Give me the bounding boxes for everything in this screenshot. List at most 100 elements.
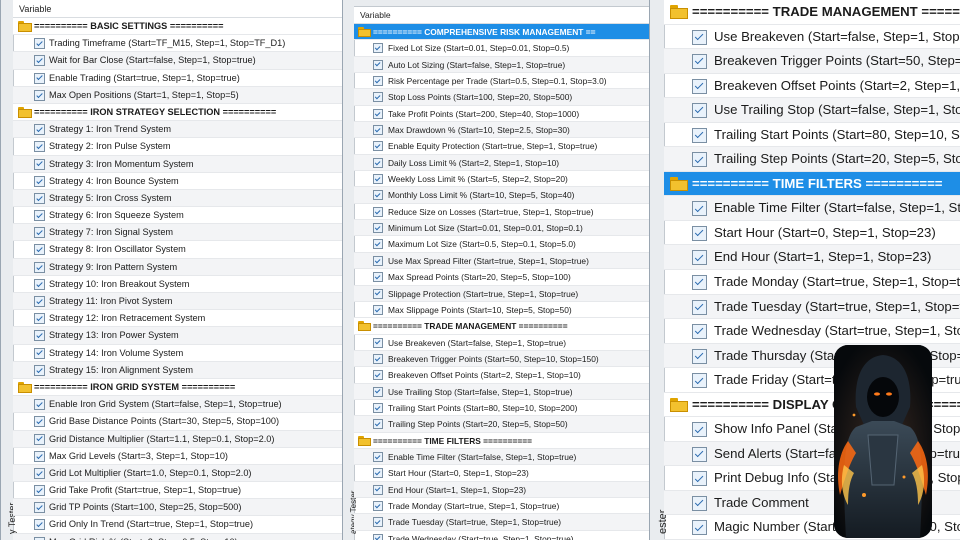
input-row[interactable]: Strategy 6: Iron Squeeze System [13, 207, 342, 225]
checkbox-checked-icon[interactable] [34, 89, 45, 101]
input-row[interactable]: Slippage Protection (Start=true, Step=1,… [354, 285, 649, 302]
checkbox-checked-icon[interactable] [34, 416, 45, 428]
checkbox-checked-icon[interactable] [373, 141, 383, 152]
input-row[interactable]: Breakeven Trigger Points (Start=50, Step… [354, 350, 649, 368]
checkbox-checked-icon[interactable] [34, 175, 45, 187]
input-row[interactable]: Trade Monday (Start=true, Step=1, Stop=t… [664, 270, 960, 295]
input-row[interactable]: Grid Take Profit (Start=true, Step=1, St… [13, 482, 342, 500]
input-row[interactable]: Strategy 10: Iron Breakout System [13, 276, 342, 293]
input-row[interactable]: Strategy 5: Iron Cross System [13, 189, 342, 208]
checkbox-checked-icon[interactable] [692, 495, 707, 511]
input-row[interactable]: Enable Iron Grid System (Start=false, St… [13, 396, 342, 414]
input-row[interactable]: Start Hour (Start=0, Step=1, Stop=23) [664, 221, 960, 246]
input-row[interactable]: Max Spread Points (Start=20, Step=5, Sto… [354, 269, 649, 286]
input-row[interactable]: Grid Only In Trend (Start=true, Step=1, … [13, 516, 342, 534]
input-row[interactable]: Fixed Lot Size (Start=0.01, Step=0.01, S… [354, 40, 649, 57]
input-row[interactable]: Strategy 11: Iron Pivot System [13, 293, 342, 311]
input-row[interactable]: Strategy 1: Iron Trend System [13, 121, 342, 139]
input-row[interactable]: Trailing Start Points (Start=80, Step=10… [664, 123, 960, 148]
checkbox-checked-icon[interactable] [34, 450, 45, 462]
input-row[interactable]: Grid TP Points (Start=100, Step=25, Stop… [13, 499, 342, 517]
checkbox-checked-icon[interactable] [373, 304, 383, 315]
checkbox-checked-icon[interactable] [373, 451, 383, 462]
input-row[interactable]: Enable Time Filter (Start=false, Step=1,… [664, 196, 960, 221]
input-row[interactable]: Use Trailing Stop (Start=false, Step=1, … [354, 383, 649, 400]
checkbox-checked-icon[interactable] [373, 402, 383, 413]
checkbox-checked-icon[interactable] [34, 141, 45, 153]
checkbox-checked-icon[interactable] [34, 210, 45, 222]
input-row[interactable]: Max Drawdown % (Start=10, Step=2.5, Stop… [354, 122, 649, 139]
input-row[interactable]: End Hour (Start=1, Step=1, Stop=23) [354, 481, 649, 498]
checkbox-checked-icon[interactable] [373, 370, 383, 381]
checkbox-checked-icon[interactable] [34, 227, 45, 239]
checkbox-checked-icon[interactable] [692, 299, 707, 315]
section-header-basic-settings[interactable]: ========== BASIC SETTINGS ========== [13, 18, 342, 36]
input-row[interactable]: Breakeven Offset Points (Start=2, Step=1… [664, 74, 960, 99]
checkbox-checked-icon[interactable] [34, 330, 45, 342]
column-header-variable[interactable]: Variable [13, 0, 342, 18]
checkbox-checked-icon[interactable] [373, 108, 383, 119]
section-header-time-filters[interactable]: ========== TIME FILTERS ========== [354, 432, 649, 449]
input-row[interactable]: Grid Distance Multiplier (Start=1.1, Ste… [13, 430, 342, 448]
checkbox-checked-icon[interactable] [373, 59, 383, 70]
checkbox-checked-icon[interactable] [34, 467, 45, 479]
checkbox-checked-icon[interactable] [373, 255, 383, 266]
input-row[interactable]: Strategy 2: Iron Pulse System [13, 138, 342, 156]
input-row[interactable]: Trade Tuesday (Start=true, Step=1, Stop=… [354, 514, 649, 531]
checkbox-checked-icon[interactable] [34, 55, 45, 67]
checkbox-checked-icon[interactable] [692, 54, 707, 70]
expert-select-strip[interactable] [354, 0, 649, 7]
checkbox-checked-icon[interactable] [692, 324, 707, 340]
checkbox-checked-icon[interactable] [373, 76, 383, 87]
input-row[interactable]: Strategy 9: Iron Pattern System [13, 258, 342, 276]
checkbox-checked-icon[interactable] [34, 244, 45, 256]
checkbox-checked-icon[interactable] [373, 353, 383, 364]
checkbox-checked-icon[interactable] [692, 103, 707, 119]
input-row[interactable]: Max Grid Levels (Start=3, Step=1, Stop=1… [13, 448, 342, 465]
checkbox-checked-icon[interactable] [373, 386, 383, 397]
checkbox-checked-icon[interactable] [692, 520, 707, 536]
checkbox-checked-icon[interactable] [692, 127, 707, 143]
checkbox-checked-icon[interactable] [373, 92, 383, 103]
input-row[interactable]: Enable Time Filter (Start=false, Step=1,… [354, 448, 649, 466]
input-row[interactable]: Breakeven Offset Points (Start=2, Step=1… [354, 367, 649, 384]
checkbox-checked-icon[interactable] [373, 484, 383, 495]
checkbox-checked-icon[interactable] [34, 519, 45, 531]
vertical-side-tab[interactable]: ester [650, 0, 669, 540]
input-row[interactable]: Trading Timeframe (Start=TF_M15, Step=1,… [13, 35, 342, 53]
checkbox-checked-icon[interactable] [34, 261, 45, 273]
input-row[interactable]: Weekly Loss Limit % (Start=5, Step=2, St… [354, 171, 649, 188]
checkbox-checked-icon[interactable] [692, 348, 707, 364]
input-row[interactable]: Wait for Bar Close (Start=false, Step=1,… [13, 52, 342, 70]
checkbox-checked-icon[interactable] [692, 29, 707, 45]
checkbox-checked-icon[interactable] [692, 373, 707, 389]
input-row[interactable]: Trailing Step Points (Start=20, Step=5, … [664, 147, 960, 172]
input-row[interactable]: Trade Tuesday (Start=true, Step=1, Stop=… [664, 294, 960, 320]
input-row[interactable]: Strategy 13: Iron Power System [13, 327, 342, 345]
section-header-time-filters[interactable]: ========== TIME FILTERS ========== [664, 171, 960, 197]
checkbox-checked-icon[interactable] [34, 296, 45, 307]
checkbox-checked-icon[interactable] [373, 468, 383, 479]
checkbox-checked-icon[interactable] [373, 239, 383, 250]
checkbox-checked-icon[interactable] [373, 174, 383, 185]
checkbox-checked-icon[interactable] [34, 485, 45, 497]
input-row[interactable]: Stop Loss Points (Start=100, Step=20, St… [354, 89, 649, 106]
checkbox-checked-icon[interactable] [34, 502, 45, 514]
checkbox-checked-icon[interactable] [34, 124, 45, 136]
input-row[interactable]: Trade Monday (Start=true, Step=1, Stop=t… [354, 498, 649, 515]
section-header-trade-management[interactable]: ========== TRADE MANAGEMENT ========== [354, 318, 649, 335]
checkbox-checked-icon[interactable] [34, 364, 45, 376]
checkbox-checked-icon[interactable] [692, 446, 707, 462]
input-row[interactable]: Take Profit Points (Start=200, Step=40, … [354, 106, 649, 123]
checkbox-checked-icon[interactable] [692, 78, 707, 94]
input-row[interactable]: Start Hour (Start=0, Step=1, Stop=23) [354, 465, 649, 482]
checkbox-checked-icon[interactable] [373, 206, 383, 217]
checkbox-checked-icon[interactable] [692, 275, 707, 291]
section-header-iron-strategy-selection[interactable]: ========== IRON STRATEGY SELECTION =====… [13, 103, 342, 122]
checkbox-checked-icon[interactable] [373, 500, 383, 511]
input-row[interactable]: Maximum Lot Size (Start=0.5, Step=0.1, S… [354, 236, 649, 253]
checkbox-checked-icon[interactable] [692, 250, 707, 266]
checkbox-checked-icon[interactable] [692, 225, 707, 241]
checkbox-checked-icon[interactable] [373, 419, 383, 430]
checkbox-checked-icon[interactable] [34, 158, 45, 170]
